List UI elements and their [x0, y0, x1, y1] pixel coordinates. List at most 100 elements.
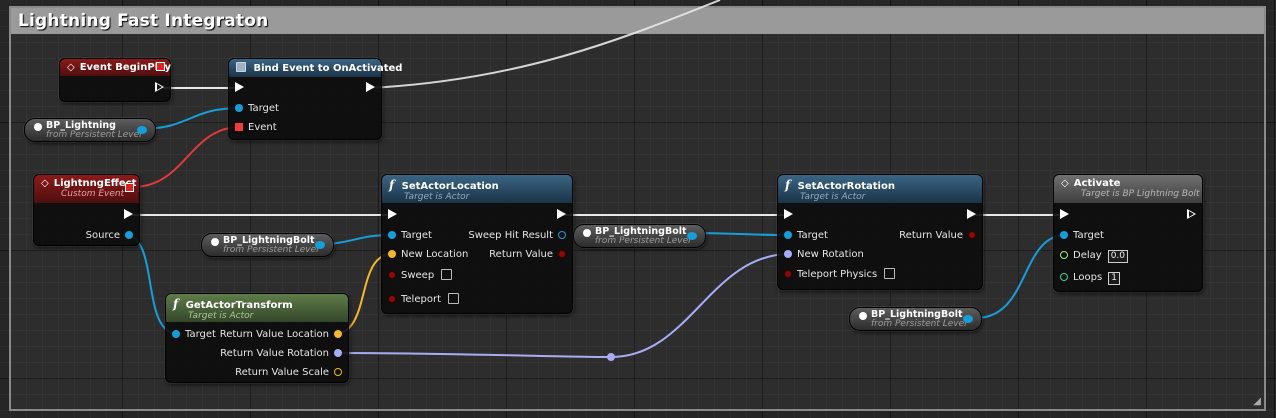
- function-icon: f: [785, 178, 791, 192]
- return-value-pin[interactable]: [558, 250, 566, 258]
- exec-in-pin[interactable]: [235, 82, 244, 92]
- teleport-pin[interactable]: [388, 295, 396, 303]
- node-subtitle: from Persistent Level: [46, 130, 142, 140]
- node-set-actor-rotation[interactable]: f SetActorRotation Target is Actor Targe…: [777, 174, 983, 290]
- delay-pin[interactable]: [1060, 251, 1068, 259]
- pin-row-teleport: Teleport: [382, 293, 572, 307]
- pin-row-exec: [229, 82, 381, 96]
- node-header[interactable]: ◇ Event BeginPlay: [60, 59, 171, 76]
- function-icon: f: [173, 297, 179, 311]
- object-out-pin[interactable]: [315, 241, 325, 249]
- new-location-pin[interactable]: [388, 250, 396, 258]
- node-bp-lightningbolt-2[interactable]: BP_LightningBolt from Persistent Level: [573, 224, 706, 248]
- target-pin[interactable]: [172, 330, 180, 338]
- pin-row-rotation: Return Value Rotation: [166, 347, 348, 361]
- return-scale-pin[interactable]: [334, 368, 342, 376]
- wire-reroute-knot: [607, 353, 615, 361]
- node-subtitle: Target is BP Lightning Bolt: [1081, 189, 1200, 199]
- pin-label: Target: [401, 230, 432, 241]
- event-delegate-pin[interactable]: [125, 183, 134, 192]
- return-value-pin[interactable]: [968, 231, 976, 239]
- exec-in-pin[interactable]: [388, 209, 397, 219]
- node-custom-event[interactable]: ◇ LightnngEffect Custom Event Source: [33, 174, 140, 246]
- node-bind-event[interactable]: Bind Event to OnActivated Target Event: [228, 58, 402, 140]
- return-location-pin[interactable]: [334, 330, 342, 338]
- target-pin[interactable]: [784, 231, 792, 239]
- pin-row-source: Source: [34, 229, 139, 243]
- exec-out-pin[interactable]: [155, 82, 164, 92]
- node-subtitle: Target is Actor: [404, 192, 470, 202]
- actor-ref-icon: [34, 123, 42, 131]
- target-pin[interactable]: [235, 104, 243, 112]
- pin-label: Delay: [1073, 250, 1102, 261]
- node-header[interactable]: f GetActorTransform Target is Actor: [166, 294, 348, 322]
- node-header[interactable]: ◇ Activate Target is BP Lightning Bolt: [1054, 175, 1202, 203]
- node-title: SetActorLocation: [401, 181, 499, 192]
- exec-out-pin[interactable]: [557, 209, 566, 219]
- actor-ref-icon: [211, 238, 219, 246]
- event-delegate-pin[interactable]: [156, 62, 165, 71]
- pin-row-target: Target Sweep Hit Result: [382, 229, 572, 243]
- node-event-beginplay[interactable]: ◇ Event BeginPlay: [59, 58, 171, 102]
- node-bp-lightningbolt-3[interactable]: BP_LightningBolt from Persistent Level: [849, 307, 982, 331]
- pin-row-loops: Loops 1: [1054, 271, 1202, 285]
- sweep-pin[interactable]: [388, 271, 396, 279]
- exec-in-pin[interactable]: [1060, 209, 1069, 219]
- pin-row-teleport-physics: Teleport Physics: [778, 268, 982, 282]
- node-header[interactable]: f SetActorLocation Target is Actor: [382, 175, 572, 203]
- node-title: GetActorTransform: [185, 300, 293, 311]
- node-header[interactable]: f SetActorRotation Target is Actor: [778, 175, 982, 203]
- target-pin[interactable]: [1060, 231, 1068, 239]
- pin-row-exec: [778, 209, 982, 223]
- pin-label: Sweep: [401, 270, 435, 281]
- wire-to-offscreen: [369, 0, 721, 89]
- blueprint-graph[interactable]: Lightning Fast Integraton ◢ ◇ Event Begin…: [0, 0, 1276, 418]
- teleport-checkbox[interactable]: [448, 293, 459, 304]
- delay-value-input[interactable]: 0.0: [1107, 250, 1129, 263]
- node-title: SetActorRotation: [797, 181, 895, 192]
- node-set-actor-location[interactable]: f SetActorLocation Target is Actor Targe…: [381, 174, 573, 314]
- event-delegate-pin[interactable]: [235, 123, 243, 131]
- pin-row-target: Target: [1054, 229, 1202, 243]
- node-bp-lightning[interactable]: BP_Lightning from Persistent Level: [24, 118, 156, 142]
- node-header[interactable]: ◇ LightnngEffect Custom Event: [34, 175, 139, 203]
- object-out-pin[interactable]: [963, 315, 973, 323]
- pin-row-exec-out: [34, 209, 139, 223]
- source-pin[interactable]: [125, 231, 133, 239]
- function-icon: f: [389, 178, 395, 192]
- pin-label: Target: [248, 103, 279, 114]
- node-header[interactable]: Bind Event to OnActivated: [229, 59, 402, 77]
- teleport-physics-pin[interactable]: [784, 270, 792, 278]
- target-pin[interactable]: [388, 231, 396, 239]
- object-out-pin[interactable]: [137, 126, 147, 134]
- node-activate[interactable]: ◇ Activate Target is BP Lightning Bolt Ta…: [1053, 174, 1203, 292]
- return-rotation-pin[interactable]: [334, 349, 342, 357]
- pin-row-scale: Return Value Scale: [166, 366, 348, 380]
- object-out-pin[interactable]: [687, 232, 697, 240]
- exec-out-pin[interactable]: [124, 209, 133, 219]
- sweep-hit-pin[interactable]: [558, 231, 566, 239]
- actor-ref-icon: [583, 229, 591, 237]
- new-rotation-pin[interactable]: [784, 250, 792, 258]
- pin-row-target: Target: [229, 102, 381, 116]
- exec-out-pin[interactable]: [366, 82, 375, 92]
- pin-label: Target: [1073, 230, 1104, 241]
- teleport-physics-checkbox[interactable]: [884, 268, 896, 279]
- node-title: Activate: [1073, 178, 1121, 189]
- exec-out-pin[interactable]: [967, 209, 976, 219]
- sweep-checkbox[interactable]: [441, 269, 453, 280]
- loops-value-input[interactable]: 1: [1108, 272, 1120, 285]
- pin-row-sweep: Sweep: [382, 269, 572, 283]
- pin-label: Return Value Scale: [235, 367, 329, 378]
- bind-event-icon: [236, 62, 246, 72]
- pin-label: Return Value: [899, 230, 963, 241]
- node-subtitle: from Persistent Level: [223, 245, 319, 255]
- loops-pin[interactable]: [1060, 273, 1068, 281]
- pin-label: Target: [185, 329, 216, 340]
- event-diamond-icon: ◇: [41, 178, 49, 189]
- pin-label: Return Value: [489, 249, 553, 260]
- exec-out-pin[interactable]: [1187, 209, 1196, 219]
- exec-in-pin[interactable]: [784, 209, 793, 219]
- node-bp-lightningbolt-1[interactable]: BP_LightningBolt from Persistent Level: [201, 233, 334, 257]
- node-get-actor-transform[interactable]: f GetActorTransform Target is Actor Targ…: [165, 293, 349, 383]
